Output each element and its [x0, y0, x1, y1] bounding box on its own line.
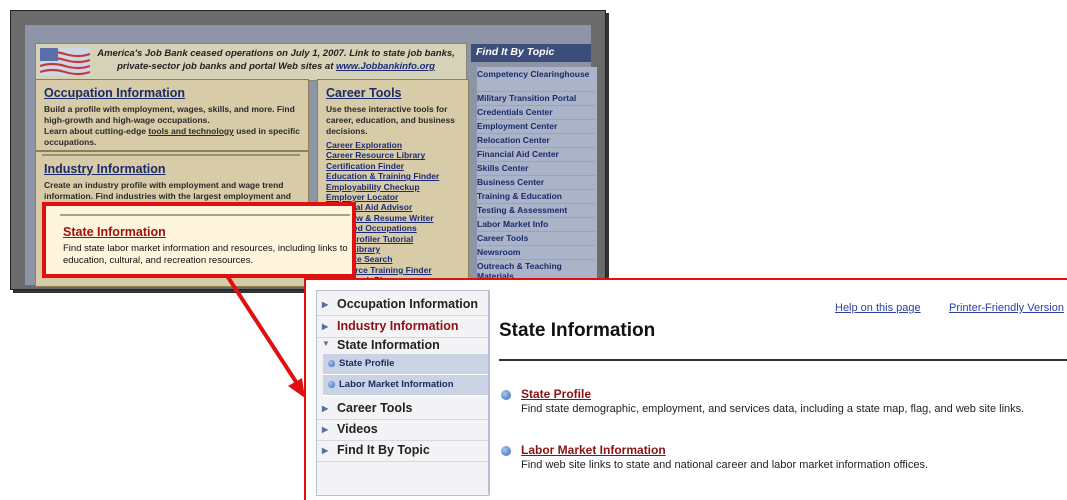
callout-text: Find state labor market information and …	[63, 243, 348, 266]
callout-title[interactable]: State Information	[63, 225, 166, 239]
state-info-callout: State Information Find state labor marke…	[42, 202, 356, 278]
arrow-line	[220, 266, 302, 390]
callout-divider	[60, 214, 350, 216]
